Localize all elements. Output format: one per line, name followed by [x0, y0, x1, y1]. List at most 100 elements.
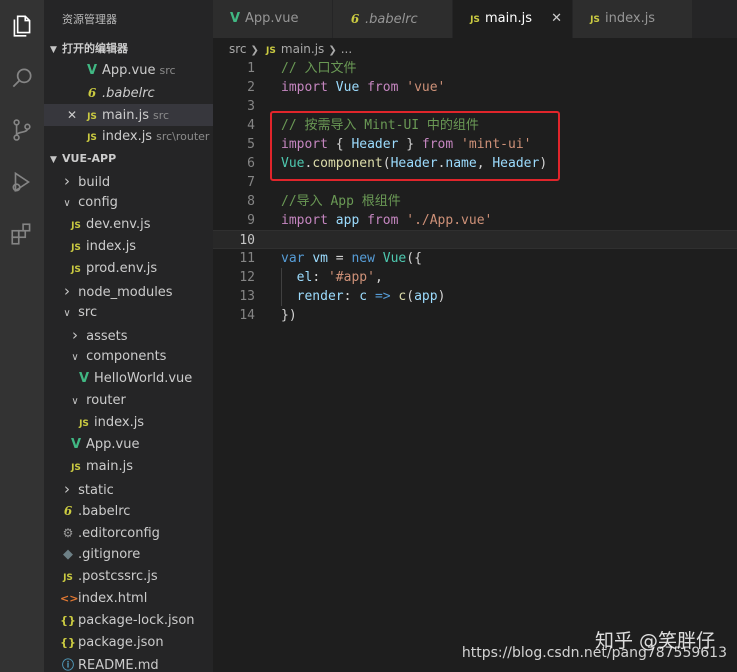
chevron-down-icon: ∨	[71, 396, 79, 407]
tree-item[interactable]: ◆ .gitignore	[44, 544, 213, 566]
code-token: // 入口文件	[281, 61, 357, 76]
open-editor-item[interactable]: ✕ JS main.js src	[44, 104, 213, 126]
code-token: app	[414, 289, 438, 304]
highlight-annotation-box	[270, 111, 560, 181]
tree-item[interactable]: ⓘ README.md	[44, 654, 213, 672]
tree-item[interactable]: V HelloWorld.vue	[44, 368, 213, 390]
code-line[interactable]: 1 // 入口文件	[213, 59, 737, 78]
tree-item[interactable]: ∨ config	[44, 192, 213, 214]
code-token: import	[281, 213, 328, 228]
chevron-right-icon: ›	[64, 282, 70, 300]
line-number: 3	[247, 99, 255, 114]
open-editor-item[interactable]: JS index.js src\router	[44, 126, 213, 148]
code-token: app	[335, 213, 360, 228]
code-line[interactable]: 12 el: '#app',	[213, 268, 737, 287]
tab-appvue[interactable]: V App.vue	[213, 0, 333, 38]
code-editor[interactable]: 1// 入口文件 2 import Vue from 'vue' 3 4// 按需导入 …	[213, 59, 737, 325]
tab-label: App.vue	[245, 11, 299, 26]
explorer-title: 资源管理器	[62, 13, 117, 26]
tree-item-label: HelloWorld.vue	[94, 371, 193, 386]
line-number: 1	[247, 61, 255, 76]
html-file-icon: <>	[60, 592, 79, 605]
code-line[interactable]: 2 import Vue from 'vue'	[213, 78, 737, 97]
code-token: vm	[312, 251, 328, 266]
open-editor-label: index.js	[102, 129, 153, 144]
gear-icon: ⚙	[62, 526, 74, 540]
chevron-down-icon: ▼	[50, 155, 57, 165]
code-text: })	[281, 306, 297, 325]
tree-item[interactable]: JS main.js	[44, 456, 213, 478]
tree-item[interactable]: {} package.json	[44, 632, 213, 654]
line-number: 8	[247, 194, 255, 209]
tree-item[interactable]: ∨ router	[44, 390, 213, 412]
tree-item[interactable]: ∨ components	[44, 346, 213, 368]
tree-item[interactable]: JS index.js	[44, 236, 213, 258]
breadcrumb-more[interactable]: ...	[341, 42, 352, 56]
js-file-icon: JS	[71, 265, 81, 275]
tree-item[interactable]: JS .postcssrc.js	[44, 566, 213, 588]
tree-item[interactable]: JS dev.env.js	[44, 214, 213, 236]
json-file-icon: {}	[60, 614, 76, 627]
tree-item-label: src	[78, 305, 98, 320]
tree-item[interactable]: V App.vue	[44, 434, 213, 456]
code-token: Vue	[335, 80, 360, 95]
code-token: 'vue'	[406, 80, 446, 95]
debug-icon[interactable]	[6, 166, 38, 198]
close-icon[interactable]: ✕	[62, 104, 82, 126]
source-control-icon[interactable]	[6, 114, 38, 146]
line-number: 12	[239, 270, 255, 285]
tree-item-label: config	[78, 195, 118, 210]
explorer-files-icon[interactable]	[6, 10, 38, 42]
tab-babelrc[interactable]: 6 .babelrc	[333, 0, 453, 38]
tree-item-label: .editorconfig	[78, 526, 160, 541]
tree-item[interactable]: › node_modules	[44, 280, 213, 302]
search-icon[interactable]	[6, 62, 38, 94]
tree-item[interactable]: 6 .babelrc	[44, 500, 213, 522]
code-token: from	[367, 80, 399, 95]
code-line[interactable]: 9 import app from './App.vue'	[213, 211, 737, 230]
tree-item[interactable]: › assets	[44, 324, 213, 346]
tree-item[interactable]: › build	[44, 170, 213, 192]
vue-file-icon: V	[86, 63, 98, 78]
extensions-icon[interactable]	[6, 218, 38, 250]
tree-item[interactable]: {} package-lock.json	[44, 610, 213, 632]
line-number: 7	[247, 175, 255, 190]
code-token: './App.vue'	[406, 213, 493, 228]
tab-mainjs[interactable]: JS main.js ✕	[453, 0, 573, 38]
code-text: // 入口文件	[281, 59, 356, 78]
tree-item[interactable]: › static	[44, 478, 213, 500]
code-token: =	[327, 251, 352, 266]
tree-item[interactable]: ⚙ .editorconfig	[44, 522, 213, 544]
code-token: new	[351, 251, 375, 266]
tree-item[interactable]: JS prod.env.js	[44, 258, 213, 280]
tree-item[interactable]: ∨ src	[44, 302, 213, 324]
code-line[interactable]: 11 var vm = new Vue({	[213, 249, 737, 268]
breadcrumb-folder[interactable]: src	[229, 42, 247, 56]
code-token: el	[296, 270, 313, 285]
open-editor-item[interactable]: V App.vue src	[44, 60, 213, 82]
tree-item[interactable]: JS index.js	[44, 412, 213, 434]
code-line[interactable]: 8 //导入 App 根组件	[213, 192, 737, 211]
js-file-icon: JS	[71, 463, 81, 473]
line-number: 11	[239, 251, 255, 266]
tab-indexjs[interactable]: JS index.js	[573, 0, 693, 38]
code-line[interactable]: 14})	[213, 306, 737, 325]
tree-item[interactable]: <>index.html	[44, 588, 213, 610]
chevron-right-icon: ›	[72, 326, 78, 344]
code-line[interactable]: 10	[213, 230, 737, 249]
chevron-right-icon: ›	[64, 172, 70, 190]
open-editors-header[interactable]: ▼ 打开的编辑器	[44, 38, 213, 60]
breadcrumb-file[interactable]: main.js	[281, 42, 324, 56]
js-file-icon: JS	[590, 15, 600, 25]
code-line[interactable]: 13 render: c => c(app)	[213, 287, 737, 306]
tree-item-label: index.js	[94, 415, 145, 430]
chevron-down-icon: ∨	[63, 198, 71, 209]
close-tab-icon[interactable]: ✕	[551, 0, 562, 38]
open-editor-item[interactable]: 6 .babelrc	[44, 82, 213, 104]
project-header[interactable]: ▼ VUE-APP	[44, 148, 213, 170]
json-file-icon: {}	[60, 636, 76, 649]
